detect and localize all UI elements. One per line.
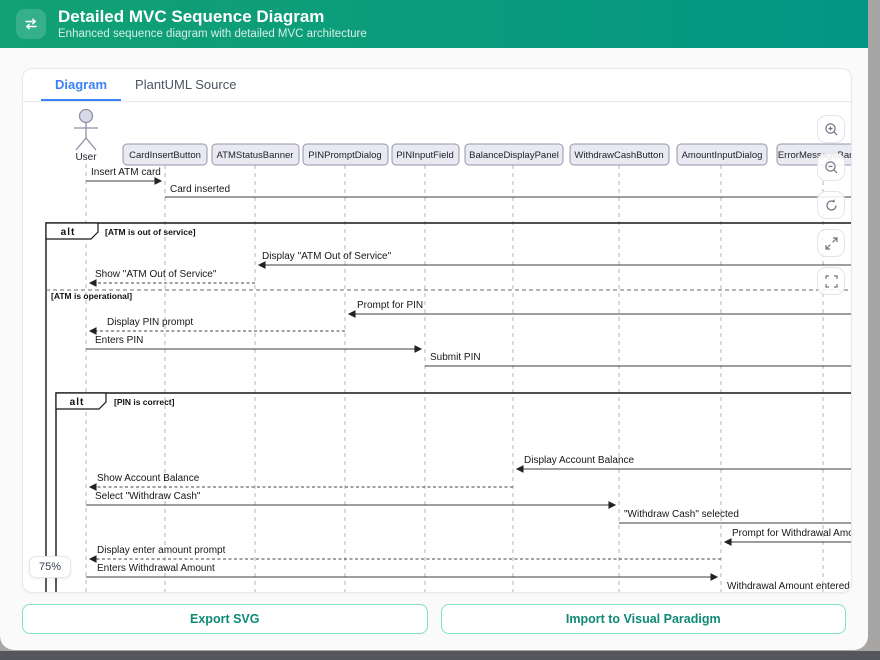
import-visual-paradigm-button[interactable]: Import to Visual Paradigm [441,604,847,634]
diagram-panel: Diagram PlantUML Source [22,68,852,593]
zoom-in-button[interactable] [817,115,845,143]
participant-box: ATMStatusBanner [217,150,294,161]
tab-plantuml-source[interactable]: PlantUML Source [121,69,250,101]
fragment-guard: [PIN is correct] [114,397,175,407]
fragment-guard: [ATM is out of service] [105,227,196,237]
message-label: Withdrawal Amount entered [727,581,850,592]
actor-user: User [74,110,98,164]
zoom-controls [817,115,845,295]
reset-view-button[interactable] [817,191,845,219]
diagram-viewport[interactable]: User CardInsertButton ATMStatusBanner PI… [23,102,851,592]
participant-box: AmountInputDialog [682,150,763,161]
participant-box: PINPromptDialog [308,150,381,161]
lifelines [86,164,823,592]
message-label: Enters Withdrawal Amount [97,563,215,574]
fullscreen-button[interactable] [817,267,845,295]
header: Detailed MVC Sequence Diagram Enhanced s… [0,0,868,48]
tab-diagram[interactable]: Diagram [41,69,121,101]
app-window: Detailed MVC Sequence Diagram Enhanced s… [0,0,868,650]
messages: Insert ATM card Card inserted Display "A… [86,167,851,592]
message-label: Display enter amount prompt [97,545,226,556]
message-label: Display "ATM Out of Service" [262,251,392,262]
page-title: Detailed MVC Sequence Diagram [58,7,367,27]
fragment-operator: alt [61,227,76,238]
message-label: Select "Withdraw Cash" [95,491,201,502]
participant-box: CardInsertButton [129,150,201,161]
fragment-guard: [ATM is operational] [51,291,132,301]
message-label: Display PIN prompt [107,317,193,328]
message-label: Card inserted [170,184,230,195]
message-label: Display Account Balance [524,455,635,466]
zoom-out-button[interactable] [817,153,845,181]
participants: CardInsertButton ATMStatusBanner PINProm… [123,144,851,165]
fit-to-screen-button[interactable] [817,229,845,257]
message-label: Prompt for PIN [357,300,423,311]
swap-arrows-icon [16,9,46,39]
fragment-operator: alt [70,397,85,408]
message-label: Submit PIN [430,352,481,363]
page-subtitle: Enhanced sequence diagram with detailed … [58,28,367,41]
page-bottom-band [0,651,880,660]
message-label: Enters PIN [95,335,143,346]
tab-bar: Diagram PlantUML Source [23,69,851,102]
message-label: Insert ATM card [91,167,161,178]
action-bar: Export SVG Import to Visual Paradigm [22,604,846,634]
sequence-diagram: User CardInsertButton ATMStatusBanner PI… [23,102,851,592]
participant-box: PINInputField [396,150,454,161]
participant-box: WithdrawCashButton [574,150,663,161]
actor-label: User [75,152,97,163]
export-svg-button[interactable]: Export SVG [22,604,428,634]
message-label: Show "ATM Out of Service" [95,269,217,280]
message-label: Prompt for Withdrawal Amount [732,528,851,539]
message-label: "Withdraw Cash" selected [624,509,739,520]
participant-box: BalanceDisplayPanel [469,150,559,161]
message-label: Show Account Balance [97,473,200,484]
zoom-level-badge: 75% [29,556,71,578]
